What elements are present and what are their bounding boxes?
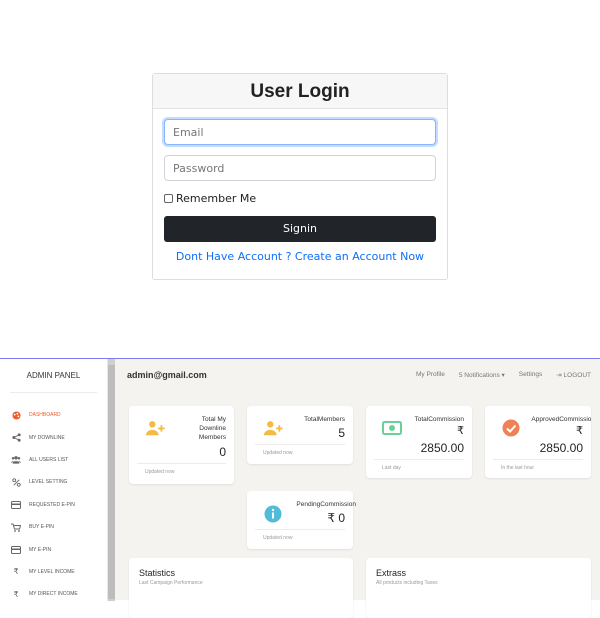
sidebar-item-label: MY DIRECT INCOME — [29, 591, 78, 598]
sidebar-item-dashboard[interactable]: DASHBOARD — [0, 404, 108, 426]
panel-title: Extrass — [376, 568, 407, 578]
card-label: PendingCommission — [296, 501, 356, 508]
currency-symbol: ₹ — [576, 425, 583, 437]
panel-title: Statistics — [139, 568, 176, 578]
top-navbar: admin@gmail.com My Profile 5 Notificatio… — [115, 359, 600, 393]
credit-card-icon — [11, 545, 21, 554]
card-label: Total My Downline Members — [198, 416, 226, 441]
money-icon — [382, 418, 402, 438]
add-user-icon — [263, 418, 283, 438]
rupee-icon: ₹ — [13, 589, 19, 599]
users-icon — [11, 456, 21, 465]
palette-icon — [11, 411, 21, 420]
stat-card-pending-commission: PendingCommission ₹ 0 Updated now — [247, 491, 356, 549]
signin-button[interactable]: Signin — [164, 216, 436, 242]
email-input[interactable] — [164, 119, 436, 145]
sidebar-item-label: ALL USERS LIST — [29, 456, 69, 463]
sidebar-item-requested-epin[interactable]: REQUESTED E-PIN — [0, 494, 108, 516]
remember-me[interactable]: Remember Me — [164, 192, 256, 205]
settings-link[interactable]: Settings — [519, 371, 543, 379]
add-user-icon — [145, 418, 165, 438]
sidebar-item-my-level-income[interactable]: ₹ MY LEVEL INCOME — [0, 561, 108, 583]
notifications-dropdown[interactable]: 5 Notifications ▾ — [459, 371, 505, 379]
admin-dashboard: ADMIN PANEL DASHBOARD MY DOWNLINE ALL US… — [0, 358, 600, 618]
extras-panel: Extrass All products including Taxes — [366, 558, 591, 618]
sidebar-nav: DASHBOARD MY DOWNLINE ALL USERS LIST LEV… — [0, 404, 108, 606]
sidebar-item-my-downline[interactable]: MY DOWNLINE — [0, 426, 108, 448]
login-title: User Login — [153, 74, 447, 109]
card-footer: Updated now — [145, 469, 175, 475]
stat-card-total-commission: TotalCommission ₹ 2850.00 Last day — [366, 406, 472, 478]
check-icon — [501, 418, 521, 438]
credit-card-icon — [11, 500, 21, 509]
card-value: 5 — [338, 426, 345, 440]
statistics-panel: Statistics Last Campaign Performance — [129, 558, 353, 618]
sidebar-item-buy-epin[interactable]: BUY E-PIN — [0, 516, 108, 538]
panel-subtitle: All products including Taxes — [376, 580, 438, 586]
sidebar-item-label: LEVEL SETTING — [29, 479, 68, 486]
create-account-link[interactable]: Dont Have Account ? Create an Account No… — [153, 250, 447, 263]
remember-label: Remember Me — [176, 192, 257, 205]
share-icon — [11, 433, 21, 442]
divider — [137, 463, 226, 464]
sidebar-item-label: BUY E-PIN — [29, 524, 54, 531]
percent-icon — [11, 478, 21, 487]
scrollbar-thumb[interactable] — [108, 365, 115, 599]
sidebar-title[interactable]: ADMIN PANEL — [10, 359, 97, 393]
sidebar-item-level-setting[interactable]: LEVEL SETTING — [0, 471, 108, 493]
divider — [255, 444, 345, 445]
sidebar-item-label: REQUESTED E-PIN — [29, 501, 75, 508]
currency-symbol: ₹ — [457, 425, 464, 437]
sidebar: ADMIN PANEL DASHBOARD MY DOWNLINE ALL US… — [0, 359, 108, 601]
password-input[interactable] — [164, 155, 436, 181]
stat-card-downline: Total My Downline Members 0 Updated now — [129, 406, 234, 484]
card-value: ₹ 0 — [327, 511, 345, 525]
user-email: admin@gmail.com — [127, 370, 207, 380]
navbar-links: My Profile 5 Notifications ▾ Settings ⇥ … — [416, 371, 591, 379]
stat-card-total-members: TotalMembers 5 Updated now — [247, 406, 353, 464]
card-label: TotalCommission — [414, 416, 465, 423]
cart-icon — [11, 523, 21, 532]
card-label: ApprovedCommission — [531, 416, 591, 423]
my-profile-link[interactable]: My Profile — [416, 371, 445, 379]
rupee-icon: ₹ — [13, 567, 19, 577]
card-value: 0 — [219, 445, 226, 459]
card-label: TotalMembers — [304, 416, 345, 423]
card-value: 2850.00 — [539, 441, 583, 455]
divider — [374, 459, 464, 460]
sidebar-item-label: MY LEVEL INCOME — [29, 568, 75, 575]
divider — [255, 529, 345, 530]
stat-card-approved-commission: ApprovedCommission ₹ 2850.00 In the last… — [485, 406, 591, 478]
card-footer: In the last hour — [501, 465, 535, 471]
info-icon — [263, 504, 283, 524]
sidebar-item-my-direct-income[interactable]: ₹ MY DIRECT INCOME — [0, 583, 108, 605]
sidebar-item-all-users[interactable]: ALL USERS LIST — [0, 449, 108, 471]
card-value: 2850.00 — [420, 441, 464, 455]
card-footer: Last day — [382, 465, 401, 471]
sidebar-scrollbar[interactable] — [108, 359, 115, 601]
sidebar-item-label: DASHBOARD — [29, 412, 61, 419]
logout-link[interactable]: ⇥ LOGOUT — [556, 371, 591, 379]
remember-checkbox[interactable] — [164, 194, 173, 203]
panel-subtitle: Last Campaign Performance — [139, 580, 203, 586]
login-card: User Login Remember Me Signin Dont Have … — [152, 73, 448, 280]
sidebar-item-my-epin[interactable]: MY E-PIN — [0, 538, 108, 560]
divider — [493, 459, 583, 460]
sidebar-item-label: MY E-PIN — [29, 546, 52, 553]
sidebar-item-label: MY DOWNLINE — [29, 434, 65, 441]
card-footer: Updated now — [263, 535, 293, 541]
card-footer: Updated now — [263, 450, 293, 456]
